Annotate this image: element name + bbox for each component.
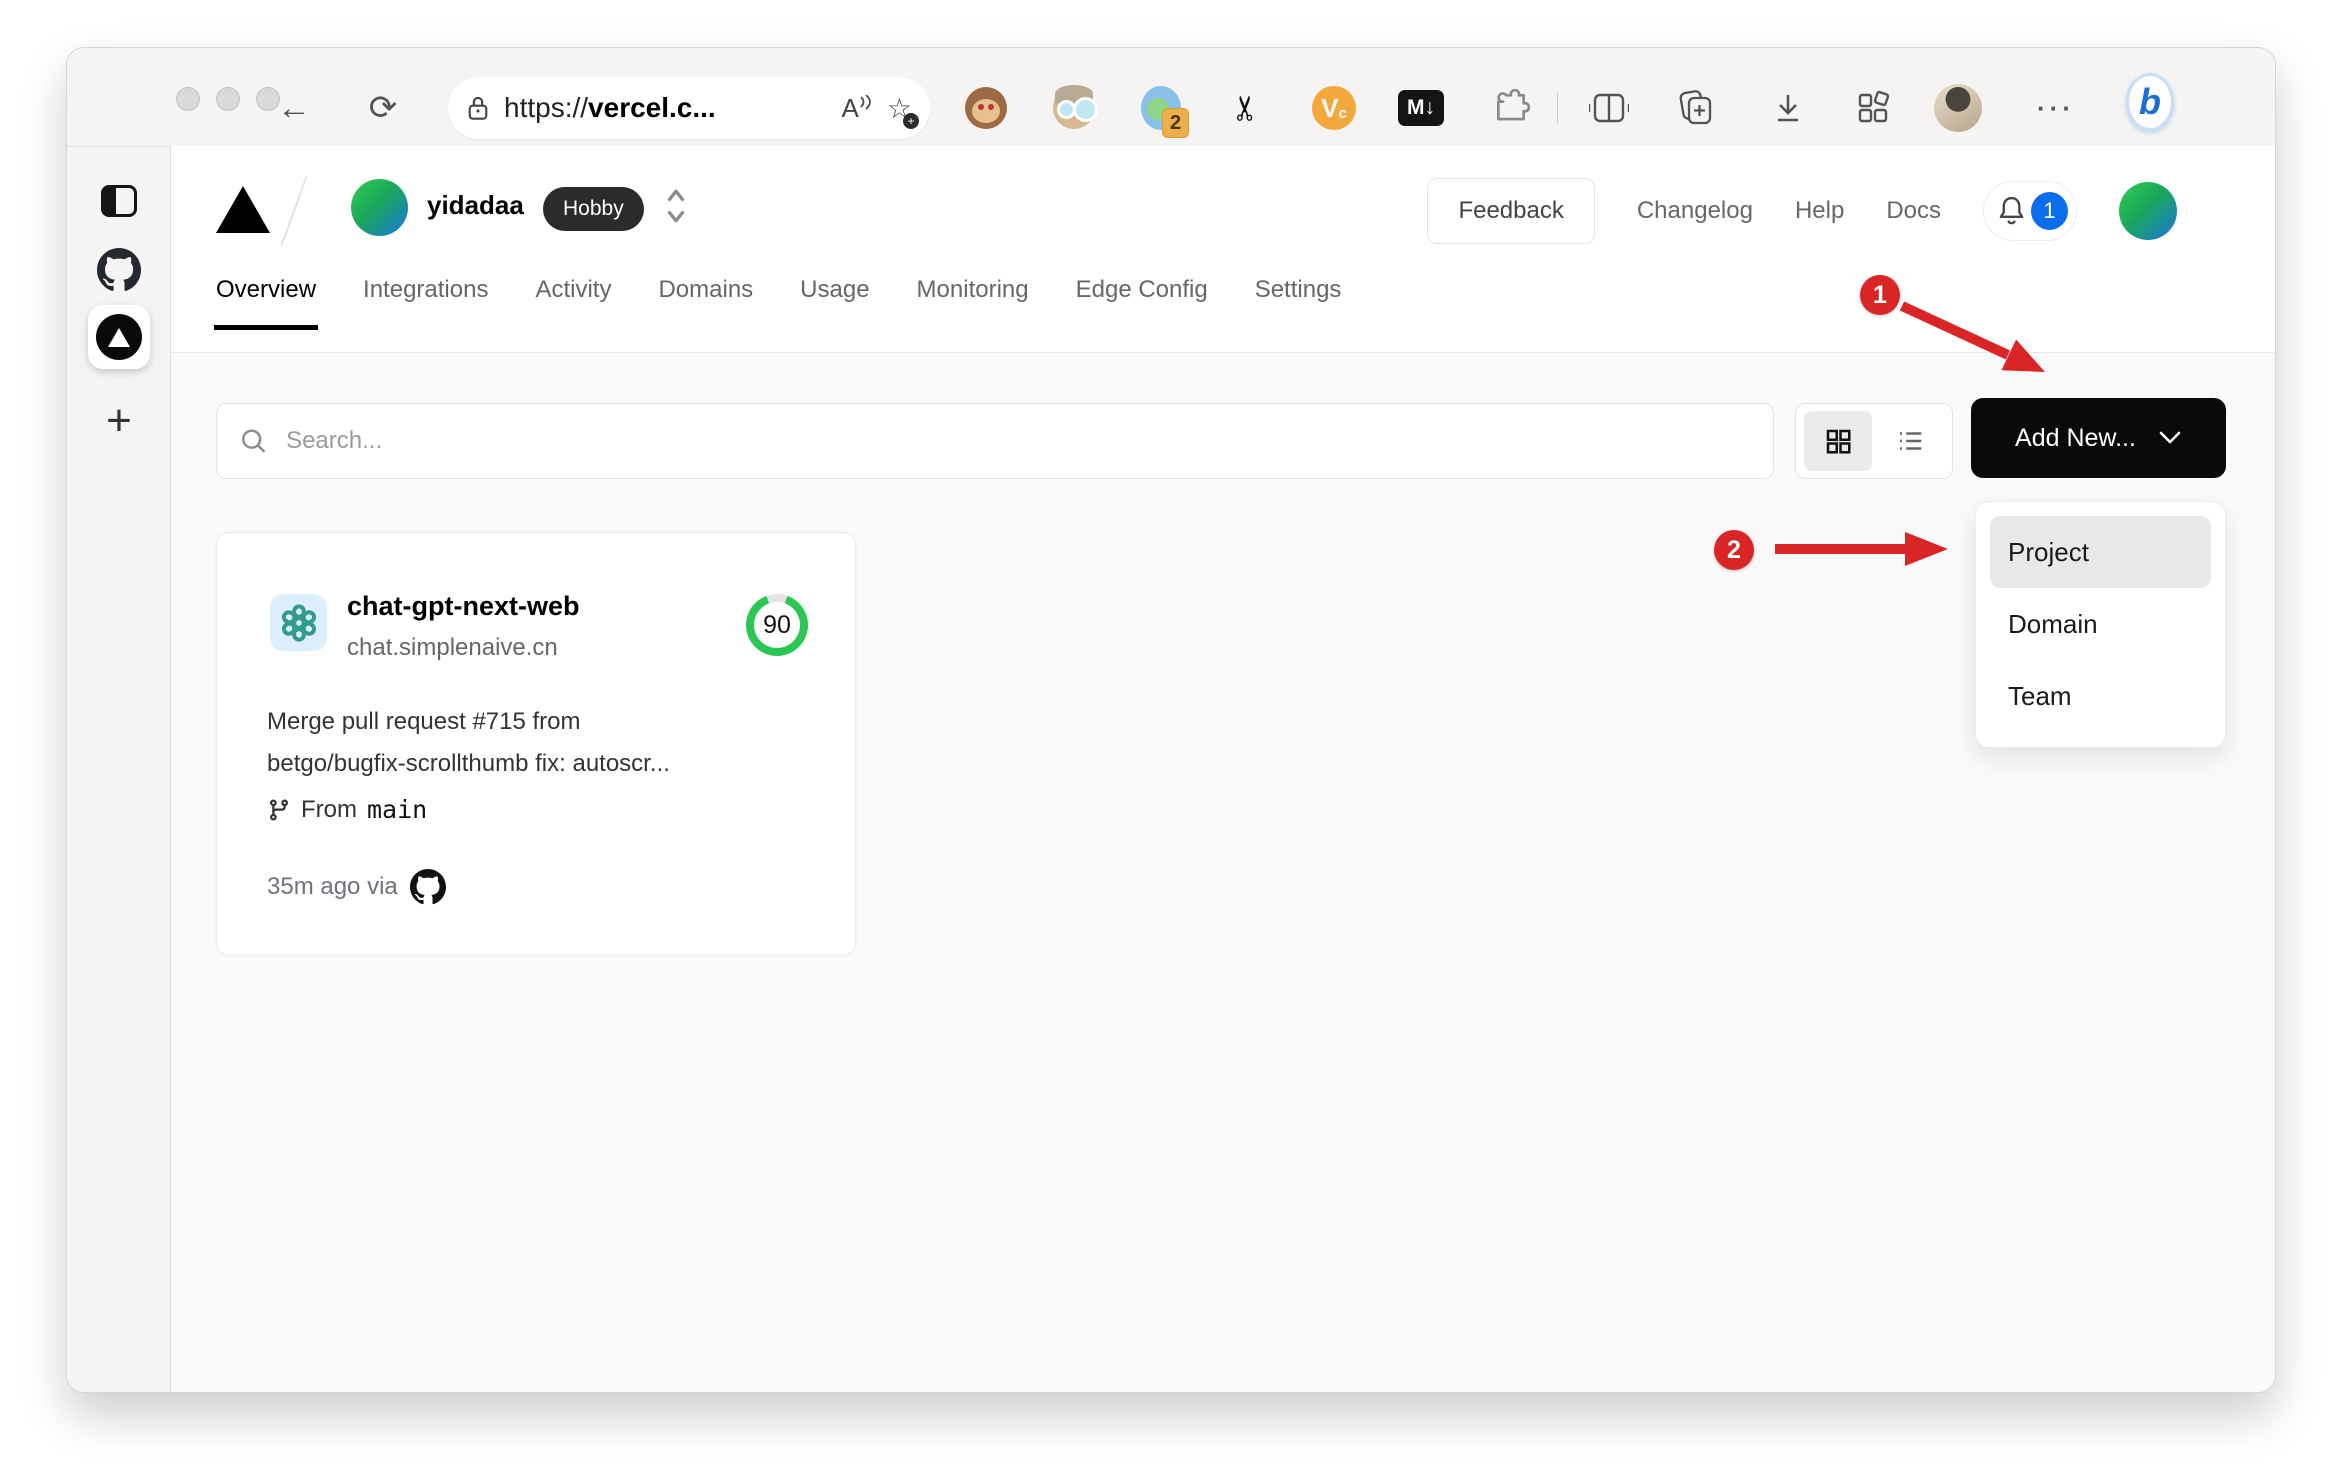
branch-name: main (367, 795, 428, 824)
changelog-link[interactable]: Changelog (1637, 197, 1753, 225)
plan-badge: Hobby (543, 187, 644, 231)
tab-domains[interactable]: Domains (658, 276, 753, 330)
team-avatar[interactable] (351, 179, 408, 236)
project-favicon (270, 594, 327, 651)
project-card[interactable]: chat-gpt-next-web chat.simplenaive.cn 90… (216, 532, 856, 955)
bing-chat-icon[interactable]: b (2126, 73, 2174, 131)
panel-icon (101, 185, 137, 217)
score-value: 90 (754, 602, 800, 648)
downloads-icon[interactable] (1764, 84, 1812, 132)
grid-view-button[interactable] (1804, 411, 1872, 471)
collections-icon[interactable] (1672, 84, 1720, 132)
orb-extension-icon[interactable]: 2 (1137, 84, 1189, 138)
back-icon[interactable]: ← (270, 84, 318, 132)
profile-avatar[interactable] (1934, 84, 1982, 132)
list-view-button[interactable] (1876, 411, 1944, 471)
tampermonkey-extension-icon[interactable] (962, 84, 1010, 132)
vercel-logo-icon[interactable] (216, 186, 270, 233)
tab-overview[interactable]: Overview (213, 276, 319, 330)
avatar-extension-icon[interactable] (1050, 84, 1098, 132)
extension-badge: 2 (1162, 108, 1189, 138)
tab-monitoring[interactable]: Monitoring (917, 276, 1029, 330)
help-link[interactable]: Help (1795, 197, 1844, 225)
reader-mode-icon[interactable]: A (842, 93, 873, 124)
notification-count-badge: 1 (2031, 192, 2068, 230)
view-toggle (1795, 403, 1953, 479)
dropdown-item-domain[interactable]: Domain (1990, 588, 2211, 660)
toolbar-divider (1557, 92, 1558, 124)
breadcrumb-slash (280, 175, 308, 247)
feedback-button[interactable]: Feedback (1427, 178, 1595, 244)
url-text: https://vercel.c... (504, 92, 716, 123)
v2ex-extension-icon[interactable]: Vc (1310, 84, 1358, 132)
bell-icon (1999, 196, 2024, 225)
vercel-page: yidadaa Hobby Feedback Changelog Help Do… (171, 146, 2275, 1392)
annotation-step-2: 2 (1714, 530, 1754, 570)
browser-window: ← ⟳ https://vercel.c... A ☆+ 2 ✂ Vc M↓ (66, 47, 2276, 1393)
browser-sidebar: + (67, 146, 171, 1392)
sidebar-item-github[interactable] (67, 248, 171, 292)
project-domain[interactable]: chat.simplenaive.cn (347, 634, 558, 662)
lock-icon (466, 95, 490, 121)
user-avatar[interactable] (2119, 182, 2177, 240)
tab-usage[interactable]: Usage (800, 276, 869, 330)
grid-view-icon (1826, 429, 1851, 454)
scissors-extension-icon[interactable]: ✂ (1222, 84, 1270, 132)
split-screen-icon[interactable] (1585, 84, 1633, 132)
sidebar-panel-toggle[interactable] (67, 185, 171, 217)
team-name[interactable]: yidadaa (427, 190, 524, 221)
add-new-dropdown: Project Domain Team (1975, 501, 2226, 748)
team-switcher-icon[interactable] (665, 188, 687, 229)
deployment-meta: 35m ago via (267, 869, 446, 905)
openai-icon (281, 603, 316, 642)
add-new-button[interactable]: Add New... (1971, 398, 2226, 478)
notifications-button[interactable]: 1 (1983, 181, 2077, 241)
search-icon (242, 429, 266, 453)
docs-link[interactable]: Docs (1886, 197, 1941, 225)
commit-message: Merge pull request #715 from betgo/bugfi… (267, 708, 670, 777)
chevron-down-icon (2159, 431, 2181, 444)
annotation-step-1: 1 (1860, 275, 1900, 315)
vercel-icon (96, 314, 142, 360)
git-branch-icon (269, 799, 288, 821)
list-view-icon (1900, 432, 1922, 450)
score-ring: 90 (746, 594, 808, 656)
browser-toolbar: ← ⟳ https://vercel.c... A ☆+ 2 ✂ Vc M↓ (67, 48, 2275, 146)
tab-activity[interactable]: Activity (535, 276, 611, 330)
vercel-header: yidadaa Hobby Feedback Changelog Help Do… (171, 146, 2275, 353)
tab-edge-config[interactable]: Edge Config (1076, 276, 1208, 330)
github-icon (409, 869, 446, 905)
nav-tabs: Overview Integrations Activity Domains U… (213, 276, 1342, 330)
favorite-star-icon[interactable]: ☆ + (887, 92, 919, 129)
sidebar-add-button[interactable]: + (67, 399, 171, 443)
branch-row: From main (267, 795, 427, 824)
github-icon (97, 248, 141, 291)
search-input[interactable] (286, 427, 1751, 455)
tab-settings[interactable]: Settings (1255, 276, 1342, 330)
dropdown-item-team[interactable]: Team (1990, 660, 2211, 732)
search-bar[interactable] (216, 403, 1774, 479)
browser-essentials-icon[interactable] (1849, 84, 1897, 132)
markdown-extension-icon[interactable]: M↓ (1397, 84, 1445, 132)
traffic-light-close[interactable] (176, 87, 200, 111)
dropdown-item-project[interactable]: Project (1990, 516, 2211, 588)
extensions-puzzle-icon[interactable] (1487, 84, 1535, 132)
more-menu-icon[interactable]: ··· (2032, 84, 2080, 132)
tab-integrations[interactable]: Integrations (363, 276, 488, 330)
refresh-icon[interactable]: ⟳ (359, 84, 407, 132)
dashboard-content: Add New... Project Domain Team (171, 353, 2275, 1392)
sidebar-item-vercel-active[interactable] (67, 305, 171, 369)
project-name[interactable]: chat-gpt-next-web (347, 591, 580, 622)
address-bar[interactable]: https://vercel.c... A ☆ + (448, 77, 930, 139)
traffic-light-minimize[interactable] (216, 87, 240, 111)
